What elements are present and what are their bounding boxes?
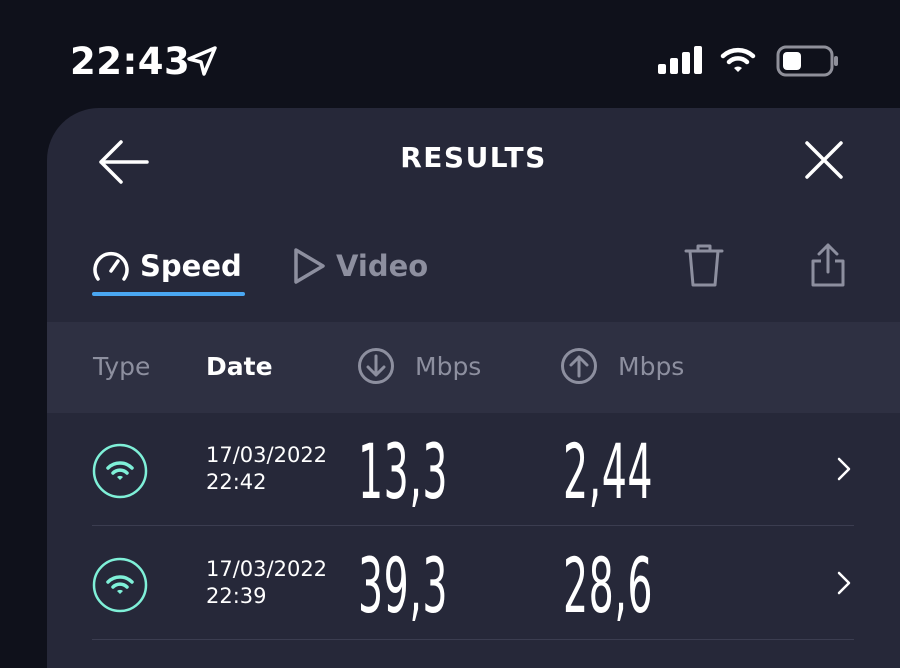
wifi-icon bbox=[92, 557, 148, 613]
upload-value: 28,6 bbox=[563, 541, 654, 630]
status-bar: 22:43 bbox=[0, 0, 900, 108]
upload-value: 2,44 bbox=[563, 427, 654, 516]
row-date-time: 22:42 bbox=[206, 470, 267, 494]
location-arrow-icon bbox=[187, 46, 217, 76]
play-icon bbox=[294, 248, 325, 284]
row-date-day: 17/03/2022 bbox=[206, 443, 328, 467]
download-arrow-icon bbox=[358, 348, 394, 384]
table-row[interactable]: 17/03/2022 22:39 39,3 28,6 bbox=[47, 527, 900, 640]
tab-speed-label: Speed bbox=[140, 249, 242, 283]
row-date-day: 17/03/2022 bbox=[206, 557, 328, 581]
column-header-date[interactable]: Date bbox=[206, 352, 273, 381]
upload-arrow-icon bbox=[561, 348, 597, 384]
active-tab-indicator bbox=[92, 292, 245, 296]
tab-speed[interactable]: Speed bbox=[92, 246, 242, 286]
status-time: 22:43 bbox=[70, 40, 191, 83]
download-unit-label: Mbps bbox=[415, 351, 482, 381]
wifi-icon bbox=[92, 443, 148, 499]
table-header: Type Date Mbps Mbps bbox=[47, 322, 900, 413]
wifi-status-icon bbox=[720, 47, 756, 72]
upload-unit-label: Mbps bbox=[618, 351, 685, 381]
chevron-right-icon bbox=[837, 571, 851, 595]
row-date: 17/03/2022 22:39 bbox=[206, 556, 327, 610]
row-divider bbox=[92, 639, 854, 640]
column-header-upload[interactable]: Mbps bbox=[560, 347, 684, 385]
column-header-download[interactable]: Mbps bbox=[357, 347, 481, 385]
column-header-type[interactable]: Type bbox=[93, 352, 150, 381]
close-icon[interactable] bbox=[804, 140, 844, 180]
tab-video-label: Video bbox=[336, 249, 429, 283]
share-icon[interactable] bbox=[810, 242, 846, 288]
download-value: 13,3 bbox=[358, 427, 449, 516]
row-date-time: 22:39 bbox=[206, 584, 267, 608]
trash-icon[interactable] bbox=[684, 242, 724, 288]
results-sheet: RESULTS Speed Video Type Date Mbps Mbps … bbox=[47, 108, 900, 668]
chevron-right-icon bbox=[837, 457, 851, 481]
row-divider bbox=[92, 525, 854, 526]
cellular-signal-icon bbox=[658, 46, 702, 74]
tab-video[interactable]: Video bbox=[292, 246, 428, 286]
download-value: 39,3 bbox=[358, 541, 449, 630]
battery-icon bbox=[776, 45, 838, 77]
row-date: 17/03/2022 22:42 bbox=[206, 442, 327, 496]
page-title: RESULTS bbox=[400, 141, 547, 174]
speedometer-icon bbox=[93, 251, 129, 281]
table-row[interactable]: 17/03/2022 22:42 13,3 2,44 bbox=[47, 413, 900, 526]
